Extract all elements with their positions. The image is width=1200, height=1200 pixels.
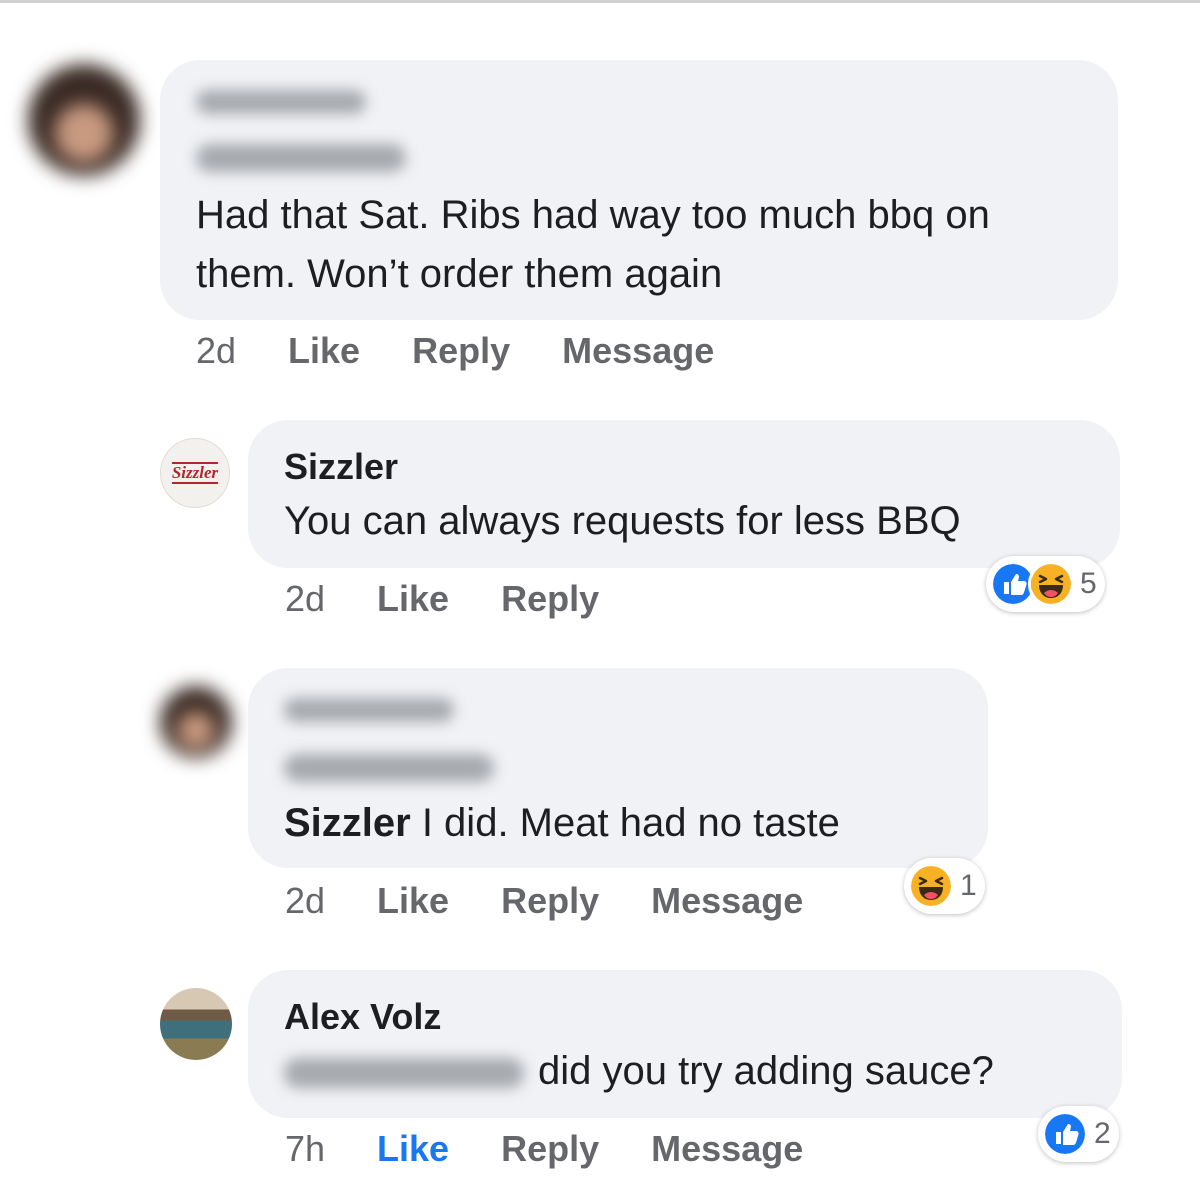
reply-button[interactable]: Reply [501,880,599,922]
like-button[interactable]: Like [377,578,449,620]
message-button[interactable]: Message [651,880,803,922]
haha-icon [1028,561,1074,607]
reply-button[interactable]: Reply [501,1128,599,1170]
message-button[interactable]: Message [562,330,714,372]
haha-icon [908,863,954,909]
reply-button[interactable]: Reply [412,330,510,372]
comment-body: I did. Meat had no taste [410,801,840,845]
comment-time: 7h [285,1128,326,1169]
author-name[interactable]: Sizzler [284,446,398,488]
like-button[interactable]: Like [377,1128,449,1170]
comment-text: Sizzler I did. Meat had no taste [284,794,964,853]
comment-bubble: Had that Sat. Ribs had way too much bbq … [160,60,1118,320]
comment-text: Had that Sat. Ribs had way too much bbq … [196,193,990,296]
author-name-redacted[interactable] [196,90,366,114]
top-divider [0,0,1200,3]
author-name-redacted[interactable] [284,754,494,782]
comment-actions: 7h Like Reply Message [285,1128,855,1170]
author-name-redacted[interactable] [284,698,454,722]
comment-actions: 2d Like Reply [285,578,651,620]
message-button[interactable]: Message [651,1128,803,1170]
reaction-count: 2 [1094,1117,1111,1150]
comment-bubble: Sizzler You can always requests for less… [248,420,1120,568]
comment-text: You can always requests for less BBQ [284,499,961,543]
sizzler-logo: Sizzler [171,462,219,484]
comment-text: did you try adding sauce? [538,1049,994,1093]
author-name[interactable]: Alex Volz [284,996,441,1038]
like-button[interactable]: Like [377,880,449,922]
reaction-count: 5 [1080,567,1097,600]
mention-link[interactable]: Sizzler [284,801,411,845]
mention-redacted[interactable] [284,1058,524,1088]
comment-actions: 2d Like Reply Message [285,880,855,922]
author-name-redacted[interactable] [196,144,406,172]
avatar[interactable] [28,64,140,176]
comment-time: 2d [285,880,326,921]
reaction-summary[interactable]: 5 [986,556,1105,612]
comment-time: 2d [196,330,237,371]
avatar[interactable] [160,686,232,758]
comment-bubble: Alex Volz did you try adding sauce? [248,970,1122,1118]
reaction-summary[interactable]: 2 [1038,1106,1119,1162]
reply-button[interactable]: Reply [501,578,599,620]
comment-bubble: Sizzler I did. Meat had no taste [248,668,988,868]
like-icon [1042,1111,1088,1157]
comment-actions: 2d Like Reply Message [196,330,766,372]
avatar[interactable]: Sizzler [160,438,230,508]
like-button[interactable]: Like [288,330,360,372]
reaction-summary[interactable]: 1 [904,858,985,914]
comment-time: 2d [285,578,326,619]
avatar[interactable] [160,988,232,1060]
reaction-count: 1 [960,869,977,902]
